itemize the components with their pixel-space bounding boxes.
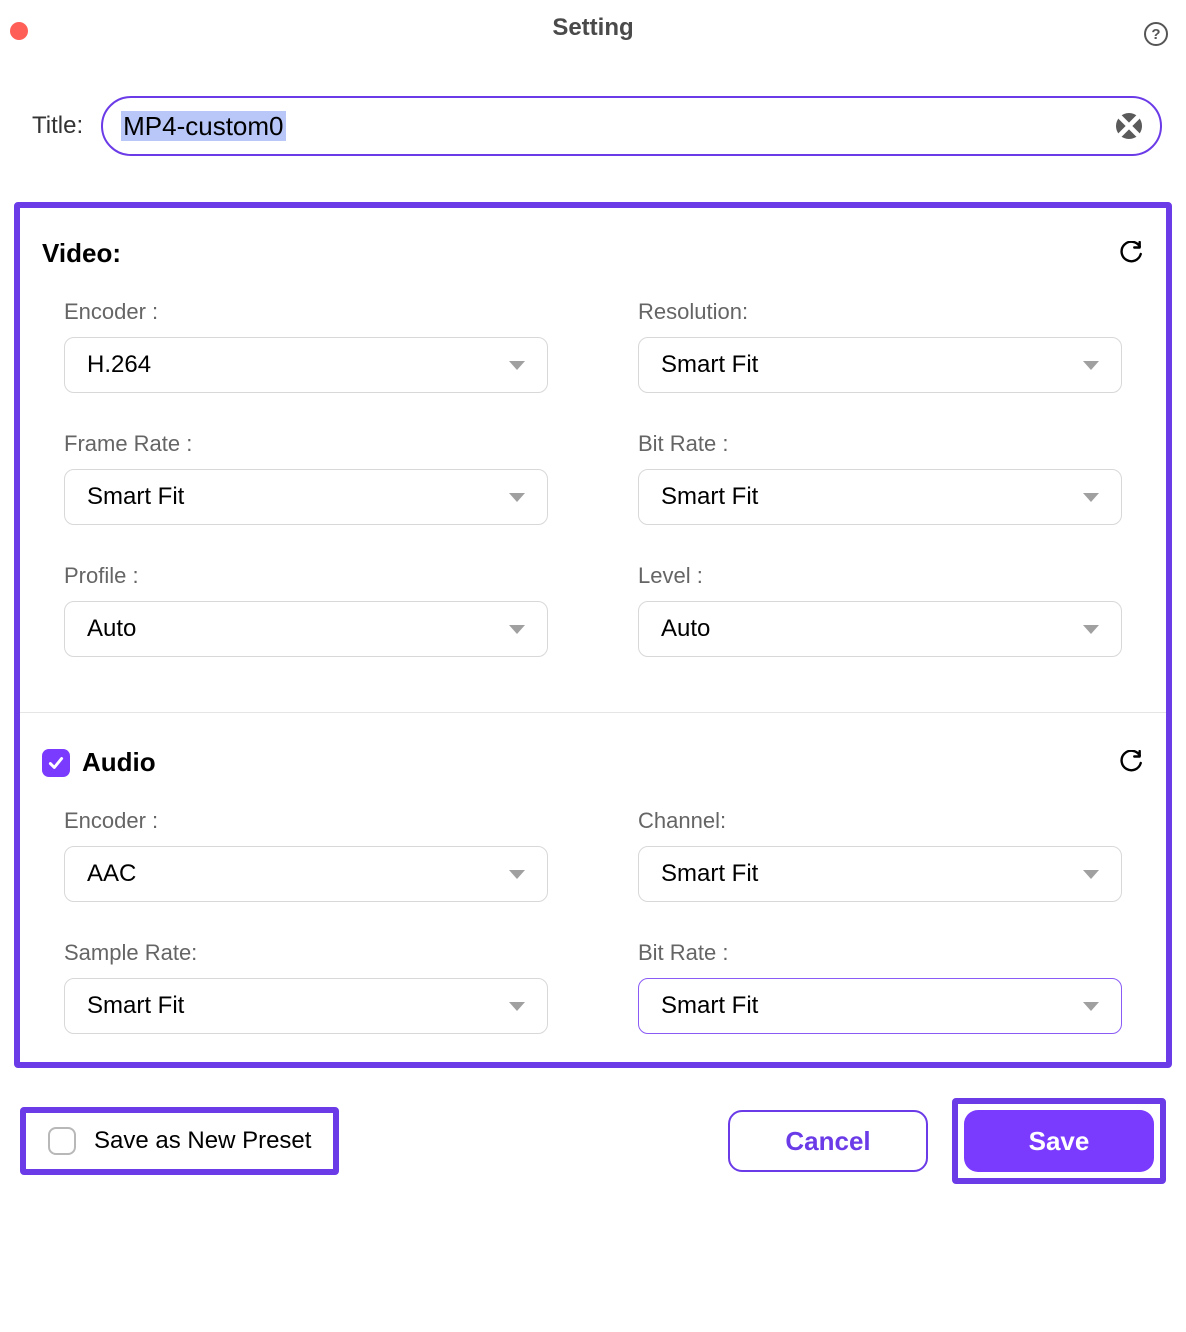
audio-encoder-label: Encoder :: [64, 808, 548, 834]
save-as-preset-label: Save as New Preset: [94, 1127, 311, 1155]
video-bitrate-value: Smart Fit: [661, 483, 758, 511]
audio-samplerate-select[interactable]: Smart Fit: [64, 978, 548, 1034]
audio-encoder-select[interactable]: AAC: [64, 846, 548, 902]
chevron-down-icon: [1083, 493, 1099, 502]
video-level-select[interactable]: Auto: [638, 601, 1122, 657]
video-encoder-label: Encoder :: [64, 299, 548, 325]
chevron-down-icon: [509, 493, 525, 502]
clear-title-icon[interactable]: [1116, 113, 1142, 139]
video-reset-icon[interactable]: [1118, 241, 1144, 267]
window-close-button[interactable]: [10, 22, 28, 40]
video-encoder-select[interactable]: H.264: [64, 337, 548, 393]
video-level-label: Level :: [638, 563, 1122, 589]
video-resolution-value: Smart Fit: [661, 351, 758, 379]
chevron-down-icon: [509, 1002, 525, 1011]
video-framerate-select[interactable]: Smart Fit: [64, 469, 548, 525]
video-level-value: Auto: [661, 615, 710, 643]
title-input-container: MP4-custom0: [101, 96, 1162, 156]
save-button-highlight: Save: [952, 1098, 1166, 1184]
audio-samplerate-label: Sample Rate:: [64, 940, 548, 966]
audio-encoder-value: AAC: [87, 860, 136, 888]
help-icon[interactable]: ?: [1144, 22, 1168, 46]
video-resolution-label: Resolution:: [638, 299, 1122, 325]
audio-bitrate-value: Smart Fit: [661, 992, 758, 1020]
title-label: Title:: [32, 112, 83, 140]
audio-enable-checkbox[interactable]: [42, 749, 70, 777]
chevron-down-icon: [1083, 1002, 1099, 1011]
save-as-preset-checkbox[interactable]: [48, 1127, 76, 1155]
cancel-button[interactable]: Cancel: [728, 1110, 928, 1172]
chevron-down-icon: [1083, 361, 1099, 370]
audio-samplerate-value: Smart Fit: [87, 992, 184, 1020]
chevron-down-icon: [509, 870, 525, 879]
video-profile-select[interactable]: Auto: [64, 601, 548, 657]
audio-reset-icon[interactable]: [1118, 750, 1144, 776]
video-framerate-label: Frame Rate :: [64, 431, 548, 457]
save-as-preset-container: Save as New Preset: [20, 1107, 339, 1175]
audio-bitrate-select[interactable]: Smart Fit: [638, 978, 1122, 1034]
audio-channel-select[interactable]: Smart Fit: [638, 846, 1122, 902]
video-framerate-value: Smart Fit: [87, 483, 184, 511]
video-resolution-select[interactable]: Smart Fit: [638, 337, 1122, 393]
settings-panel: Video: Encoder : H.264 Resolution: Smart…: [14, 202, 1172, 1068]
save-button[interactable]: Save: [964, 1110, 1154, 1172]
audio-section-title: Audio: [82, 747, 156, 778]
video-section-title: Video:: [42, 238, 121, 269]
window-title: Setting: [18, 14, 1168, 42]
audio-bitrate-label: Bit Rate :: [638, 940, 1122, 966]
video-profile-value: Auto: [87, 615, 136, 643]
title-input[interactable]: MP4-custom0: [121, 111, 1108, 142]
video-profile-label: Profile :: [64, 563, 548, 589]
chevron-down-icon: [509, 361, 525, 370]
chevron-down-icon: [509, 625, 525, 634]
video-encoder-value: H.264: [87, 351, 151, 379]
section-divider: [20, 712, 1166, 713]
video-bitrate-label: Bit Rate :: [638, 431, 1122, 457]
audio-channel-value: Smart Fit: [661, 860, 758, 888]
chevron-down-icon: [1083, 870, 1099, 879]
audio-channel-label: Channel:: [638, 808, 1122, 834]
chevron-down-icon: [1083, 625, 1099, 634]
video-bitrate-select[interactable]: Smart Fit: [638, 469, 1122, 525]
